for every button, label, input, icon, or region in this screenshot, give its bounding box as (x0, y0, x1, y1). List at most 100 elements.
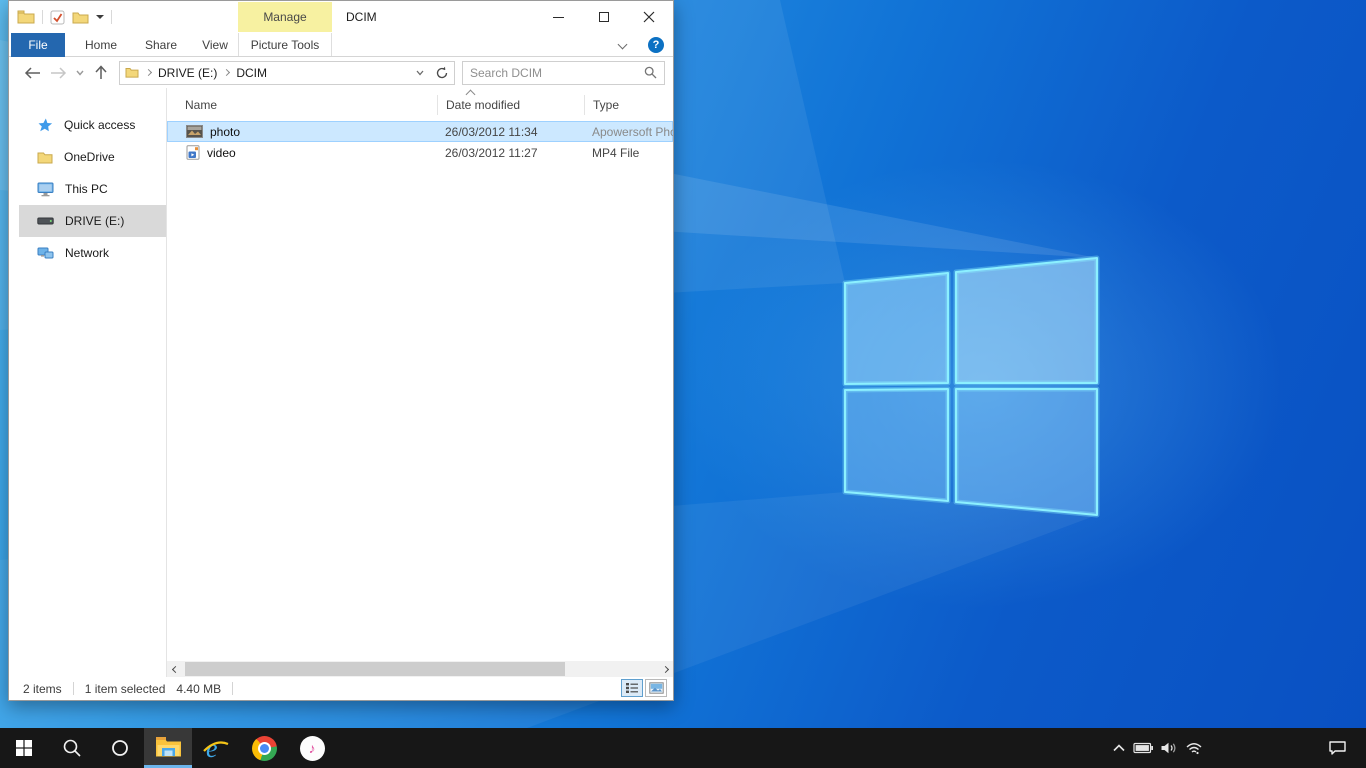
file-name: photo (210, 125, 240, 139)
column-header-name[interactable]: Name (167, 98, 437, 112)
forward-button[interactable] (45, 61, 71, 85)
taskbar: e ♪ (0, 728, 1366, 768)
sidebar-item-label: Network (65, 246, 109, 260)
selection-count: 1 item selected (85, 682, 166, 696)
recent-locations-button[interactable] (71, 61, 88, 85)
onedrive-folder-icon (37, 151, 53, 164)
chrome-button[interactable] (240, 728, 288, 768)
cortana-button[interactable] (96, 728, 144, 768)
minimize-icon (553, 17, 564, 18)
maximize-button[interactable] (581, 1, 626, 33)
items-count: 2 items (23, 682, 62, 696)
details-view-icon (625, 682, 639, 694)
sidebar-item-this-pc[interactable]: This PC (9, 173, 166, 205)
sidebar-item-drive-e[interactable]: DRIVE (E:) (19, 205, 166, 237)
share-tab-label: Share (145, 38, 177, 52)
chevron-down-icon (618, 40, 628, 50)
tab-view[interactable]: View (191, 33, 239, 56)
windows-start-icon (16, 740, 32, 756)
forward-arrow-icon (50, 67, 67, 79)
up-arrow-icon (95, 65, 107, 80)
horizontal-scrollbar[interactable] (167, 661, 673, 677)
expand-ribbon-button[interactable] (619, 41, 627, 49)
file-name: video (207, 146, 236, 160)
chevron-up-icon (1112, 743, 1126, 753)
window-controls (536, 1, 671, 33)
tab-manage[interactable]: Manage (238, 2, 332, 32)
address-dropdown-chevron[interactable] (416, 70, 424, 76)
tab-home[interactable]: Home (73, 33, 129, 56)
tab-picture-tools[interactable]: Picture Tools (238, 33, 332, 56)
minimize-button[interactable] (536, 1, 581, 33)
file-list-pane: Name Date modified Type photo (167, 88, 673, 677)
system-tray (1106, 728, 1366, 768)
large-icons-view-button[interactable] (645, 679, 667, 697)
network-wifi-button[interactable] (1181, 741, 1206, 755)
sidebar-item-quick-access[interactable]: Quick access (9, 109, 166, 141)
scroll-left-button[interactable] (170, 664, 180, 674)
taskbar-file-explorer-button[interactable] (144, 728, 192, 768)
scrollbar-thumb[interactable] (185, 662, 565, 676)
column-header-type[interactable]: Type (584, 95, 673, 115)
sidebar-item-onedrive[interactable]: OneDrive (9, 141, 166, 173)
up-button[interactable] (88, 61, 113, 85)
large-icons-view-icon (649, 682, 664, 694)
customize-qat-chevron[interactable] (96, 15, 104, 19)
refresh-button[interactable] (435, 66, 449, 80)
file-row-video[interactable]: video 26/03/2012 11:27 MP4 File (167, 142, 673, 163)
tab-share[interactable]: Share (135, 33, 187, 56)
taskbar-search-button[interactable] (48, 728, 96, 768)
file-tab-label: File (28, 38, 47, 52)
volume-button[interactable] (1156, 741, 1181, 755)
window-body: Quick access OneDrive This PC (9, 88, 673, 677)
sidebar-item-label: OneDrive (64, 150, 115, 164)
quick-access-toolbar (9, 10, 112, 25)
home-tab-label: Home (85, 38, 117, 52)
view-tab-label: View (202, 38, 228, 52)
video-file-icon (186, 145, 200, 160)
drive-icon (37, 217, 54, 225)
status-separator (232, 682, 233, 695)
explorer-app-icon (17, 10, 35, 24)
itunes-button[interactable]: ♪ (288, 728, 336, 768)
start-button[interactable] (0, 728, 48, 768)
back-button[interactable] (19, 61, 45, 85)
address-bar[interactable]: DRIVE (E:) DCIM (119, 61, 455, 85)
tab-file[interactable]: File (11, 33, 65, 57)
speaker-icon (1160, 741, 1178, 755)
status-separator (73, 682, 74, 695)
internet-explorer-icon: e (202, 735, 230, 761)
chevron-right-icon (661, 665, 668, 672)
action-center-button[interactable] (1316, 740, 1358, 756)
network-icon (37, 246, 54, 260)
search-input[interactable] (470, 66, 644, 80)
action-center-icon (1328, 740, 1347, 756)
navigation-bar: DRIVE (E:) DCIM (9, 57, 673, 88)
desktop: Manage DCIM File Home Share View Picture… (0, 0, 1366, 768)
close-button[interactable] (626, 1, 671, 33)
search-box[interactable] (462, 61, 665, 85)
picture-tools-tab-label: Picture Tools (251, 38, 319, 52)
show-hidden-icons-button[interactable] (1106, 743, 1131, 753)
sidebar-item-network[interactable]: Network (9, 237, 166, 269)
scroll-right-button[interactable] (660, 664, 670, 674)
file-explorer-icon (155, 736, 182, 758)
selection-size: 4.40 MB (176, 682, 221, 696)
help-button[interactable]: ? (648, 37, 664, 53)
file-row-photo[interactable]: photo 26/03/2012 11:34 Apowersoft Pho (167, 121, 673, 142)
this-pc-icon (37, 182, 54, 197)
file-date-cell: 26/03/2012 11:27 (437, 146, 584, 160)
properties-button[interactable] (50, 10, 65, 25)
new-folder-button[interactable] (72, 11, 89, 24)
file-name-cell: photo (167, 125, 437, 139)
breadcrumb-drive[interactable]: DRIVE (E:) (158, 66, 217, 80)
view-switcher (621, 679, 667, 697)
battery-status-button[interactable] (1131, 741, 1156, 755)
internet-explorer-button[interactable]: e (192, 728, 240, 768)
quick-access-star-icon (37, 117, 53, 133)
breadcrumb-folder[interactable]: DCIM (236, 66, 267, 80)
details-view-button[interactable] (621, 679, 643, 697)
column-header-date-modified[interactable]: Date modified (437, 95, 584, 115)
folder-icon (125, 67, 139, 78)
search-icon (644, 66, 657, 79)
